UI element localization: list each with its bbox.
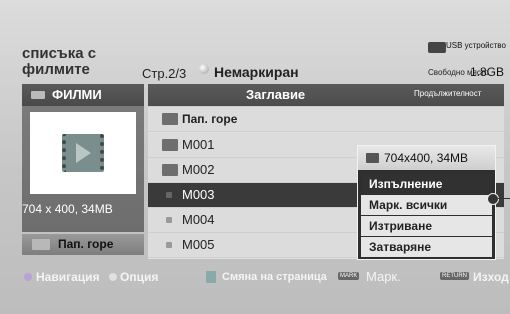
movie-category-icon xyxy=(31,91,45,99)
option-hint: Опция xyxy=(120,270,159,284)
callout-dot xyxy=(487,193,499,205)
video-thumbnail xyxy=(30,112,136,194)
menu-item-mark-all[interactable]: Марк. всички xyxy=(361,195,492,215)
file-icon xyxy=(166,192,172,198)
list-item-label: M002 xyxy=(182,162,215,177)
play-icon xyxy=(76,143,91,163)
menu-item-play[interactable]: Изпълнение xyxy=(361,174,492,194)
video-file-icon xyxy=(366,153,379,163)
preview-panel: ФИЛМИ 704 x 400, 34MB xyxy=(22,84,144,232)
title-line-2: филмите xyxy=(22,61,90,78)
page-indicator: Стр.2/3 xyxy=(142,66,187,81)
list-item-up-folder[interactable]: Пап. горе xyxy=(148,107,504,132)
list-item-label: M004 xyxy=(182,212,215,227)
list-item-label: M001 xyxy=(182,137,215,152)
change-page-hint: Смяна на страница xyxy=(222,271,327,283)
menu-item-label: Затваряне xyxy=(369,240,432,254)
page-change-icon xyxy=(206,271,216,283)
exit-hint: Изход xyxy=(473,270,509,284)
list-item-label: M003 xyxy=(182,187,215,202)
folder-icon xyxy=(162,164,178,176)
free-space-value: 1.8GB xyxy=(470,65,505,79)
title-line-1: списъка с xyxy=(22,45,97,62)
folder-up-icon xyxy=(32,239,50,250)
navigation-hint: Навигация xyxy=(36,270,100,284)
page-title: списъка с филмите xyxy=(22,46,96,78)
navigation-icon xyxy=(24,273,32,281)
popup-info-header: 704x400, 34MB xyxy=(358,146,495,170)
menu-item-close[interactable]: Затваряне xyxy=(361,237,492,257)
usb-device-label: USB устройство xyxy=(446,41,506,50)
usb-device-icon xyxy=(428,42,446,53)
tv-screen: списъка с филмите Стр.2/3 Немаркиран USB… xyxy=(0,0,510,314)
preview-resolution: 704 x 400, 34MB xyxy=(22,202,113,216)
option-popup-menu: 704x400, 34MB Изпълнение Марк. всички Из… xyxy=(357,145,496,260)
column-duration: Продължителност xyxy=(414,89,482,98)
column-title: Заглавие xyxy=(246,87,306,102)
list-item-label: Пап. горе xyxy=(182,112,238,126)
up-folder-button[interactable]: Пап. горе xyxy=(22,234,144,255)
option-icon xyxy=(109,273,117,281)
list-item-label: M005 xyxy=(182,237,215,252)
mark-filter-label: Немаркиран xyxy=(214,64,299,80)
list-header: Заглавие Продължителност xyxy=(148,84,504,106)
return-badge: RETURN xyxy=(440,272,469,280)
mark-badge: MARK xyxy=(338,272,360,280)
preview-header: ФИЛМИ xyxy=(22,84,144,106)
folder-up-icon xyxy=(162,113,178,125)
mark-hint: Марк. xyxy=(366,269,401,284)
mark-status-icon xyxy=(199,64,209,74)
up-folder-button-label: Пап. горе xyxy=(58,237,114,251)
popup-info-text: 704x400, 34MB xyxy=(384,151,469,165)
menu-item-label: Изтриване xyxy=(369,219,432,233)
file-icon xyxy=(166,217,172,223)
callout-line xyxy=(497,198,510,199)
folder-icon xyxy=(162,139,178,151)
menu-item-delete[interactable]: Изтриване xyxy=(361,216,492,236)
file-icon xyxy=(166,242,172,248)
menu-item-label: Изпълнение xyxy=(369,177,443,191)
preview-title: ФИЛМИ xyxy=(52,87,102,102)
menu-item-label: Марк. всички xyxy=(369,198,448,212)
footer-hints: Навигация Опция Смяна на страница MARK М… xyxy=(22,266,510,288)
